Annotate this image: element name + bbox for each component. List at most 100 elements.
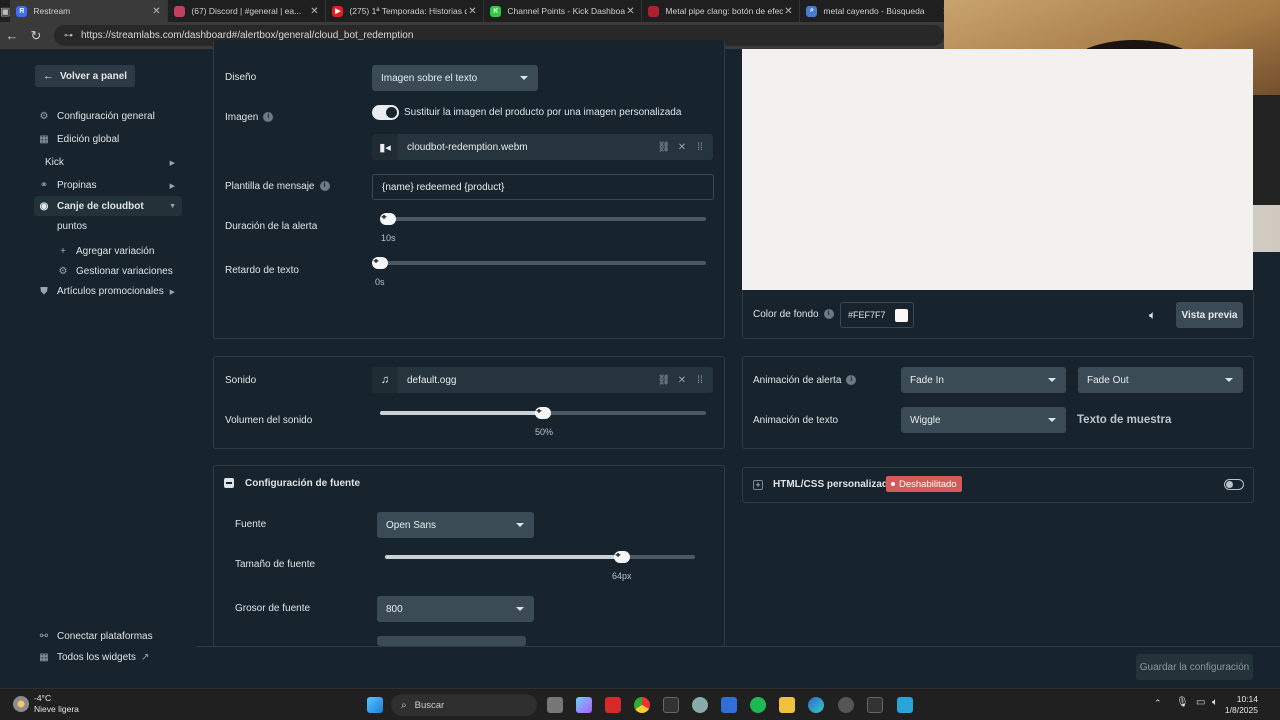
network-icon[interactable]: ▭ [1196,697,1205,708]
kick-icon: K [490,5,502,17]
info-icon[interactable]: i [319,181,330,192]
back-arrow-icon[interactable]: ← [0,22,24,49]
close-icon[interactable]: ✕ [309,6,319,17]
site-info-icon[interactable]: ⊶ [64,30,73,41]
expand-icon[interactable]: + [753,480,763,490]
browser-tab-label: metal cayendo - Búsqueda [823,6,925,16]
font-size-value: 64px [612,571,632,581]
status-dot [891,482,895,486]
color-swatch[interactable] [895,309,908,322]
copilot-icon[interactable] [576,697,592,713]
sidebar-item-general-settings[interactable]: ⚙ Configuración general [38,111,178,122]
disabled-badge: Deshabilitado [886,476,962,492]
close-icon[interactable]: ✕ [467,6,477,17]
sidebar-item-global-edit[interactable]: ▦ Edición global [38,134,178,145]
grid-icon[interactable]: ⁞⁞ [691,375,709,386]
alert-animation-in-select[interactable]: Fade In [901,367,1066,393]
sidebar-item-cloudbot-redemption[interactable]: ◉ Canje de cloudbot ▼ [34,196,182,216]
task-view-icon[interactable] [547,697,563,713]
close-icon[interactable]: ✕ [673,142,691,153]
slider-handle[interactable] [372,256,388,269]
font-size-slider[interactable] [385,550,695,563]
next-select-partial[interactable] [377,636,526,646]
app-icon[interactable] [838,697,854,713]
video-file-icon: ▮◂ [372,134,398,160]
volume-icon[interactable]: 🔈︎ [1212,697,1218,708]
reload-icon[interactable]: ↻ [24,22,48,49]
epic-games-icon[interactable] [663,697,679,713]
amd-icon[interactable] [605,697,621,713]
link-icon[interactable]: ⛓ [655,142,673,153]
connect-platforms-link[interactable]: ⚯ Conectar plataformas [38,631,153,642]
sound-volume-value: 50% [535,427,554,437]
store-icon[interactable] [721,697,737,713]
sidebar-item-points[interactable]: puntos [57,221,87,232]
preview-button[interactable]: Vista previa [1176,302,1243,328]
message-template-input[interactable]: {name} redeemed {product} [372,174,714,200]
gear-icon: ⚙ [39,111,49,122]
font-select[interactable]: Open Sans [377,512,534,538]
sound-volume-slider[interactable] [380,406,706,419]
custom-image-toggle[interactable] [372,105,399,120]
text-delay-slider[interactable] [372,256,706,269]
chrome-icon[interactable] [634,697,650,713]
sidebar-item-kick[interactable]: Kick ▶ [45,157,175,168]
slider-handle[interactable] [535,406,551,419]
tray-chevron-up-icon[interactable]: ⌃ [1154,698,1162,709]
font-size-label: Tamaño de fuente [235,559,316,570]
sidebar-item-add-variation[interactable]: + Agregar variación [57,246,154,257]
browser-tab-4[interactable]: Metal pipe clang: botón de efecto...✕ [642,0,801,22]
alert-animation-out-select[interactable]: Fade Out [1078,367,1243,393]
back-to-dashboard-button[interactable]: ← Volver a panel [35,65,136,87]
settings-icon[interactable] [692,697,708,713]
browser-tab-1[interactable]: (67) Discord | #general | ea... ✕ [168,0,327,22]
start-icon[interactable] [367,697,383,713]
collapse-icon[interactable] [224,478,234,488]
slider-handle[interactable] [614,550,630,563]
close-icon[interactable]: ✕ [625,6,635,17]
grid-icon[interactable]: ⁞⁞ [691,142,709,153]
taskbar-clock[interactable]: 10:14 1/8/2025 [1225,694,1258,716]
edge-icon[interactable] [808,697,824,713]
image-file-field[interactable]: ▮◂ cloudbot-redemption.webm ⛓ ✕ ⁞⁞ [372,134,713,160]
browser-tab-2[interactable]: ▶ (275) 1ª Temporada: Historias de...✕ [326,0,485,22]
info-icon[interactable]: i [263,112,274,123]
app-f-icon[interactable] [897,697,913,713]
font-settings-title: Configuración de fuente [245,478,360,489]
slider-handle[interactable] [380,212,396,225]
custom-html-toggle[interactable] [1224,479,1244,490]
browser-tab-label: Metal pipe clang: botón de efecto... [665,6,784,16]
spotify-icon[interactable] [750,697,766,713]
weather-widget[interactable]: -4°C Nieve ligera [13,693,79,715]
browser-tab-5[interactable]: ⌕metal cayendo - Búsqueda✕ [800,0,959,22]
alert-duration-slider[interactable] [380,212,706,225]
alert-duration-value: 10s [381,233,396,243]
link-icon[interactable]: ⛓ [655,375,673,386]
info-icon[interactable]: i [823,309,834,320]
browser-tab-label: Restream [33,6,71,16]
browser-tab-3[interactable]: K Channel Points - Kick Dashboard ✕ [484,0,643,22]
file-explorer-icon[interactable] [779,697,795,713]
save-settings-button[interactable]: Guardar la configuración [1136,654,1253,680]
speaker-icon[interactable]: 🔈︎ [1149,308,1156,323]
font-weight-select[interactable]: 800 [377,596,534,622]
tab-actions-icon[interactable]: ▣ [0,0,10,22]
sound-file-field[interactable]: ♫ default.ogg ⛓ ✕ ⁞⁞ [372,367,713,393]
sidebar-item-manage-variations[interactable]: ⚙ Gestionar variaciones [57,266,173,277]
close-icon[interactable]: ✕ [673,375,691,386]
microphone-icon[interactable]: 🎙︎ [1176,697,1189,708]
browser-tab-0[interactable]: R Restream ✕ [10,0,169,22]
background-color-input[interactable]: #FEF7F7 [840,302,914,328]
chevron-right-icon: ▶ [169,159,175,167]
info-icon[interactable]: i [846,375,857,386]
text-animation-select[interactable]: Wiggle [901,407,1066,433]
close-icon[interactable]: ✕ [151,6,161,17]
taskbar-search[interactable]: ⌕ Buscar [391,694,537,716]
epic-launcher-icon[interactable] [867,697,883,713]
all-widgets-link[interactable]: ▦ Todos los widgets ↗ [38,652,149,663]
font-weight-label: Grosor de fuente [235,603,311,614]
sidebar-item-tips[interactable]: ⚭ Propinas ▶ [38,180,175,191]
sidebar-item-merch[interactable]: ⛊ Artículos promocionales ▶ [38,286,175,297]
layout-select[interactable]: Imagen sobre el texto [372,65,538,91]
close-icon[interactable]: ✕ [783,6,793,17]
